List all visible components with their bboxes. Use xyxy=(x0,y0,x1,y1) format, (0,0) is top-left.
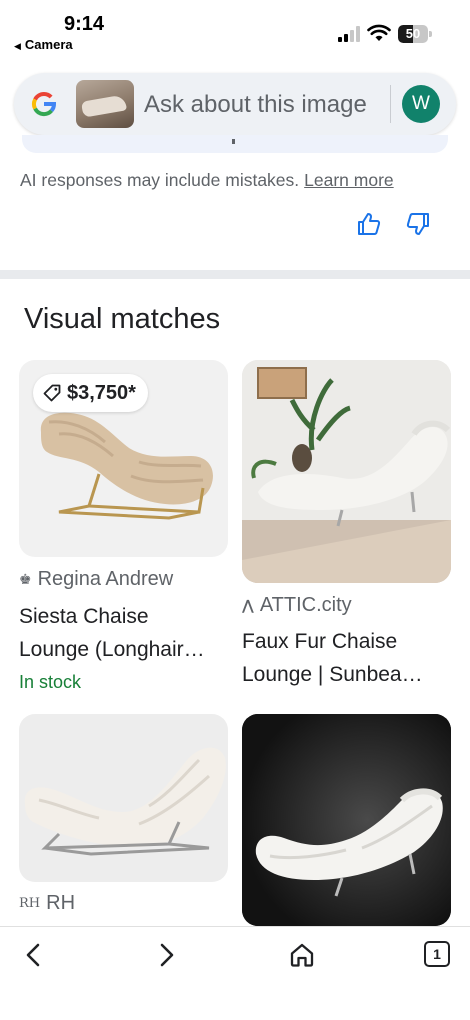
visual-match-card[interactable]: ⋀ ATTIC.city Faux Fur Chaise Lounge | Sun… xyxy=(242,360,451,690)
battery-level: 50 xyxy=(405,26,421,41)
search-input[interactable]: Ask about this image xyxy=(144,91,367,119)
status-time: 9:14 xyxy=(64,13,105,35)
account-avatar[interactable]: W xyxy=(402,85,440,123)
result-title-line: Siesta Chaise xyxy=(19,605,149,628)
tab-count: 1 xyxy=(433,946,441,962)
source-name: RH xyxy=(46,892,76,914)
product-image[interactable] xyxy=(19,714,228,882)
status-bar: 9:14 ◀ Camera 50 xyxy=(0,0,470,60)
google-logo xyxy=(31,91,56,117)
stock-status: In stock xyxy=(19,672,82,692)
rh-logo-icon: RH xyxy=(19,896,41,911)
ai-disclaimer: AI responses may include mistakes. Learn … xyxy=(20,170,394,191)
learn-more-link[interactable]: Learn more xyxy=(304,170,394,190)
visual-match-card[interactable]: RH RH xyxy=(19,714,228,924)
thumbs-down-icon[interactable] xyxy=(405,211,431,237)
query-image-thumbnail[interactable] xyxy=(76,80,134,128)
thumbs-up-icon[interactable] xyxy=(356,211,382,237)
back-to-app-link[interactable]: ◀ Camera xyxy=(14,37,73,52)
product-image[interactable]: $3,750* xyxy=(19,360,228,557)
price-badge: $3,750* xyxy=(33,374,148,412)
back-app-label: Camera xyxy=(24,37,73,52)
tabs-icon[interactable]: 1 xyxy=(424,941,450,967)
ai-disclaimer-text: AI responses may include mistakes. xyxy=(20,170,300,190)
back-icon[interactable] xyxy=(20,941,48,969)
result-title-line: Lounge (Longhair… xyxy=(19,638,205,661)
result-source: RH RH xyxy=(19,892,75,915)
wifi-icon xyxy=(367,24,391,41)
search-divider xyxy=(390,85,391,123)
visual-match-card[interactable]: $3,750* ♚ Regina Andrew Siesta Chaise Lou… xyxy=(19,360,228,700)
result-title[interactable]: Siesta Chaise Lounge (Longhair… xyxy=(19,600,205,666)
price-tag-icon xyxy=(43,384,61,402)
section-divider xyxy=(0,270,470,279)
result-title-line: Faux Fur Chaise xyxy=(242,630,398,653)
source-name: ATTIC.city xyxy=(259,594,352,616)
result-title[interactable]: Faux Fur Chaise Lounge | Sunbea… xyxy=(242,625,423,691)
back-triangle-icon: ◀ xyxy=(14,41,21,51)
price-text: $3,750* xyxy=(67,381,136,404)
crown-icon: ♚ xyxy=(19,571,32,587)
product-image[interactable] xyxy=(242,714,451,926)
browser-toolbar: 1 xyxy=(0,926,470,1020)
visual-match-card[interactable] xyxy=(242,714,451,926)
attic-logo-icon: ⋀ xyxy=(242,597,254,613)
result-source: ♚ Regina Andrew xyxy=(19,568,173,591)
ai-overview-panel-edge xyxy=(22,135,448,153)
home-icon[interactable] xyxy=(288,941,316,969)
result-source: ⋀ ATTIC.city xyxy=(242,594,352,617)
lens-search-bar[interactable]: Ask about this image W xyxy=(14,73,456,135)
forward-icon[interactable] xyxy=(152,941,180,969)
battery-icon: 50 xyxy=(398,25,432,43)
visual-matches-heading: Visual matches xyxy=(24,303,221,335)
result-title-line: Lounge | Sunbea… xyxy=(242,663,423,686)
cellular-signal-icon xyxy=(338,26,360,42)
product-image[interactable] xyxy=(242,360,451,583)
source-name: Regina Andrew xyxy=(37,568,174,590)
